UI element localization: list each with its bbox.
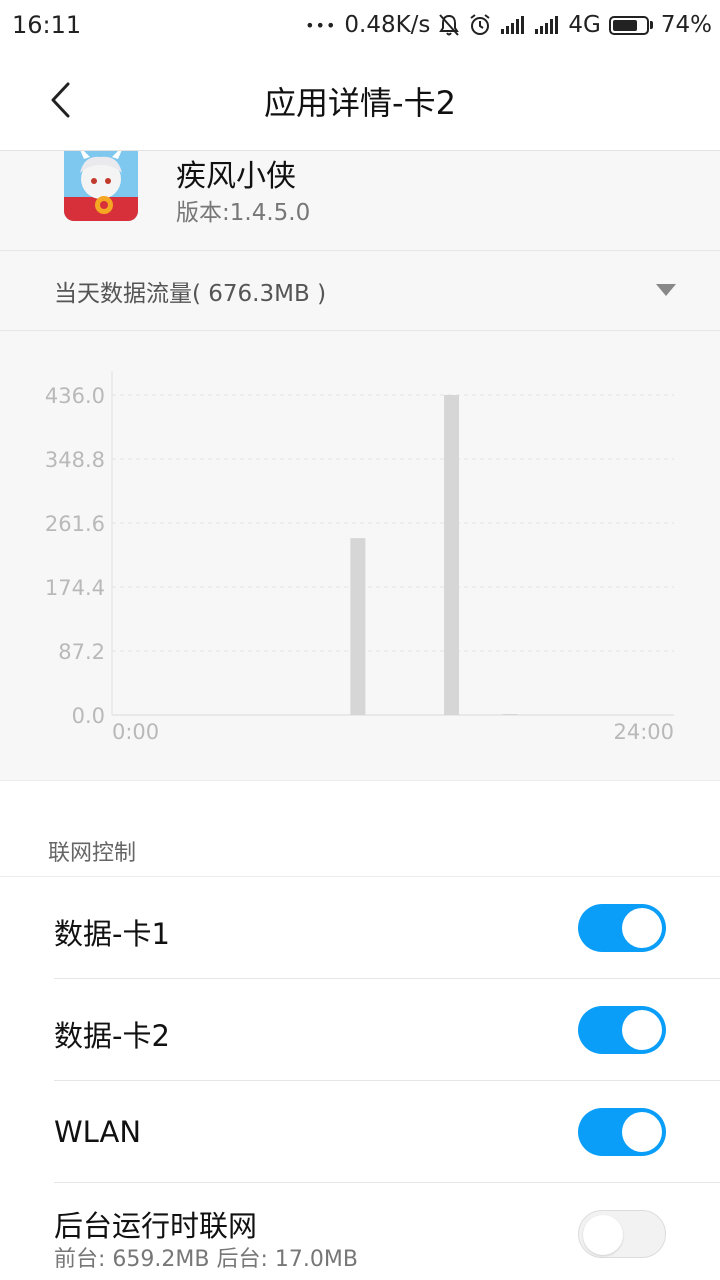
battery-percent: 74% [660,12,712,38]
daily-usage-dropdown[interactable]: 当天数据流量( 676.3MB ) [0,251,720,331]
toggle-label: 数据-卡1 [54,917,170,951]
toggle-label: 数据-卡2 [54,1019,170,1053]
toggle-label: WLAN [54,1115,142,1149]
page-title: 应用详情-卡2 [264,83,456,122]
background-usage-detail: 前台: 659.2MB 后台: 17.0MB [54,1247,358,1272]
mute-bell-icon [438,13,460,37]
y-tick-label: 348.8 [45,448,105,472]
toggle-row-wlan: WLAN [0,1081,720,1183]
y-tick-label: 261.6 [45,512,105,536]
triangle-down-icon [656,284,676,296]
y-tick-label: 174.4 [45,576,105,600]
toggle-row-data-card2: 数据-卡2 [0,979,720,1081]
title-bar: 应用详情-卡2 [0,50,720,151]
app-name: 疾风小侠 [176,159,296,194]
status-time: 16:11 [12,11,82,39]
usage-bar [502,714,518,715]
y-tick-label: 436.0 [45,384,105,408]
toggle-knob [622,1112,662,1152]
battery-icon [608,15,653,35]
toggle-row-background: 后台运行时联网 前台: 659.2MB 后台: 17.0MB [0,1183,720,1280]
daily-usage-label: 当天数据流量( 676.3MB ) [54,280,327,307]
usage-chart-svg: 436.0 348.8 261.6 174.4 87.2 0.0 0:00 24:00 [45,371,674,744]
signal-icon [534,15,560,35]
more-dots-icon: ••• [305,15,337,35]
usage-chart: 436.0 348.8 261.6 174.4 87.2 0.0 0:00 24:00 [0,331,720,781]
toggle-knob [622,908,662,948]
y-tick-label: 0.0 [72,704,105,728]
signal-icon [500,15,526,35]
usage-bar [350,538,366,715]
back-button[interactable] [32,72,88,128]
network-type: 4G [568,12,601,38]
chevron-left-icon [51,82,70,118]
app-detail-screen: 16:11 ••• 0.48K/s 4G 74% 应用详情-卡2 疾风小侠 版本… [0,0,720,1280]
status-icons: ••• 0.48K/s 4G 74% [305,12,712,38]
x-tick-label-end: 24:00 [613,720,674,744]
app-version: 版本:1.4.5.0 [176,200,311,226]
y-tick-label: 87.2 [58,640,105,664]
wlan-toggle[interactable] [578,1108,666,1156]
toggle-row-data-card1: 数据-卡1 [0,877,720,979]
toggle-knob [622,1010,662,1050]
status-bar: 16:11 ••• 0.48K/s 4G 74% [0,0,720,50]
usage-bar [444,395,460,715]
network-control-header: 联网控制 [48,841,137,866]
background-network-toggle[interactable] [578,1210,666,1258]
net-speed: 0.48K/s [344,12,431,38]
data-card1-toggle[interactable] [578,904,666,952]
app-icon [64,151,138,221]
toggle-knob [583,1215,623,1255]
alarm-icon [468,13,492,37]
x-tick-label-start: 0:00 [112,720,159,744]
data-card2-toggle[interactable] [578,1006,666,1054]
toggle-label: 后台运行时联网 [54,1209,258,1243]
app-info: 疾风小侠 版本:1.4.5.0 [0,151,720,251]
